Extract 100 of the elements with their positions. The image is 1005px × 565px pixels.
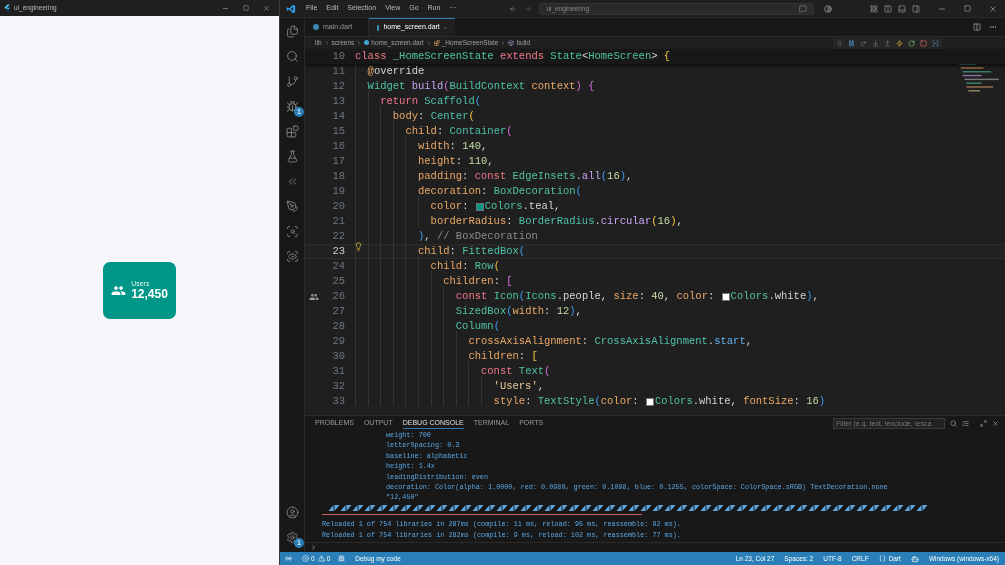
method-icon (508, 39, 515, 46)
panel-toggle-icon[interactable] (898, 4, 906, 13)
maximize-panel-icon[interactable] (980, 419, 987, 427)
line-number: 24 (331, 258, 345, 274)
line-number: 18 (331, 168, 345, 184)
notification-badge: 1 (294, 538, 304, 548)
back-icon[interactable] (509, 4, 518, 13)
more-icon[interactable] (989, 23, 997, 31)
branch-icon[interactable] (286, 75, 299, 88)
step-over-icon[interactable] (860, 40, 867, 47)
code-text: children: [ (468, 348, 538, 364)
prompt-icon[interactable] (310, 544, 317, 551)
lightbulb-icon[interactable] (354, 241, 363, 251)
line-number: 22 (331, 228, 345, 244)
code-text: Widget build(BuildContext context) { (367, 78, 595, 94)
restart-icon[interactable] (908, 40, 915, 47)
code-text: Column( (455, 318, 500, 334)
chevron-icon (500, 39, 507, 46)
code-text: width: 140, (418, 138, 488, 154)
scan-icon[interactable] (286, 225, 299, 238)
chevron-icon (356, 39, 363, 46)
chevron-icon (323, 39, 330, 46)
error-icon[interactable] (302, 555, 309, 562)
stop-icon[interactable] (920, 40, 927, 47)
search-icon[interactable] (286, 50, 299, 63)
pause-icon[interactable] (848, 40, 855, 47)
code-text: child: FittedBox( (418, 243, 526, 259)
files-icon[interactable] (286, 25, 299, 38)
line-number: 15 (331, 123, 345, 139)
inspect-icon[interactable] (932, 40, 939, 47)
line-number: 27 (331, 303, 345, 319)
code-text: Colors.white, fontSize: 16) (654, 393, 826, 409)
line-number: 17 (331, 153, 345, 169)
line-number: 26 (331, 288, 345, 304)
layout-icon[interactable] (870, 4, 878, 13)
code-text: Colors.teal, (484, 198, 561, 214)
line-number: 30 (331, 348, 345, 364)
code-text: class _HomeScreenState extends State<HomeScreen> { (355, 48, 671, 64)
settings-icon[interactable] (286, 531, 299, 544)
chevrons-icon[interactable] (286, 175, 299, 188)
chat-icon[interactable] (799, 4, 808, 13)
code-text: height: 110, (418, 153, 494, 169)
people-icon (309, 291, 319, 302)
line-number: 12 (331, 78, 345, 94)
line-number: 19 (331, 183, 345, 199)
bug-icon[interactable] (286, 100, 299, 113)
copilot-icon[interactable] (910, 554, 919, 563)
split-editor-icon[interactable] (973, 23, 981, 31)
line-number: 23 (331, 243, 345, 259)
app-logo-icon (286, 3, 296, 14)
lightning-icon[interactable] (896, 40, 903, 47)
eye-scan-icon[interactable] (286, 250, 299, 263)
code-text: ), // BoxDecoration (418, 228, 538, 244)
line-number: 33 (331, 393, 345, 409)
secondary-sidebar-icon[interactable] (912, 4, 920, 13)
code-text: return Scaffold( (380, 93, 482, 109)
code-text: child: Row( (430, 258, 500, 274)
maximize-icon[interactable] (964, 5, 971, 12)
warning-icon[interactable] (317, 555, 325, 562)
line-number: 21 (331, 213, 345, 229)
code-text: crossAxisAlignment: CrossAxisAlignment.start, (468, 333, 752, 349)
remote-icon[interactable] (285, 555, 292, 562)
step-into-icon[interactable] (872, 40, 879, 47)
line-number: 10 (331, 48, 345, 64)
dart-file-icon (364, 40, 370, 45)
code-text: padding: const EdgeInsets.all(16), (418, 168, 633, 184)
braces-icon[interactable] (878, 555, 886, 562)
code-text: style: TextStyle(color: (493, 393, 640, 409)
half-circle-icon[interactable] (824, 4, 833, 13)
line-number: 29 (331, 333, 345, 349)
collapse-icon[interactable] (962, 419, 969, 427)
line-number: 14 (331, 108, 345, 124)
step-out-icon[interactable] (884, 40, 891, 47)
code-text: const Text( (481, 363, 551, 379)
chevron-icon (425, 39, 432, 46)
close-icon[interactable] (263, 4, 270, 12)
line-number: 16 (331, 138, 345, 154)
flask-icon[interactable] (286, 150, 299, 163)
close-icon[interactable] (989, 4, 997, 13)
code-text: @override (367, 63, 425, 79)
debug-icon[interactable] (338, 555, 346, 562)
account-icon[interactable] (286, 506, 299, 519)
app-logo-icon (4, 4, 10, 12)
code-text: child: Container( (405, 123, 513, 139)
maximize-icon[interactable] (243, 5, 249, 11)
line-number: 32 (331, 378, 345, 394)
code-text: const Icon(Icons.people, size: 40, color: (455, 288, 716, 304)
line-number: 28 (331, 318, 345, 334)
sidebar-toggle-icon[interactable] (884, 4, 892, 13)
line-number: 11 (331, 63, 345, 79)
code-text: color: (430, 198, 470, 214)
close-panel-icon[interactable] (992, 419, 999, 427)
code-text: children: [ (443, 273, 513, 289)
blocks-icon[interactable] (286, 125, 299, 138)
line-number: 31 (331, 363, 345, 379)
code-text: SizedBox(width: 12), (455, 303, 582, 319)
search-icon[interactable] (950, 419, 957, 427)
pen-icon[interactable] (286, 200, 299, 213)
code-text: decoration: BoxDecoration( (418, 183, 582, 199)
code-text: Colors.white), (730, 288, 819, 304)
